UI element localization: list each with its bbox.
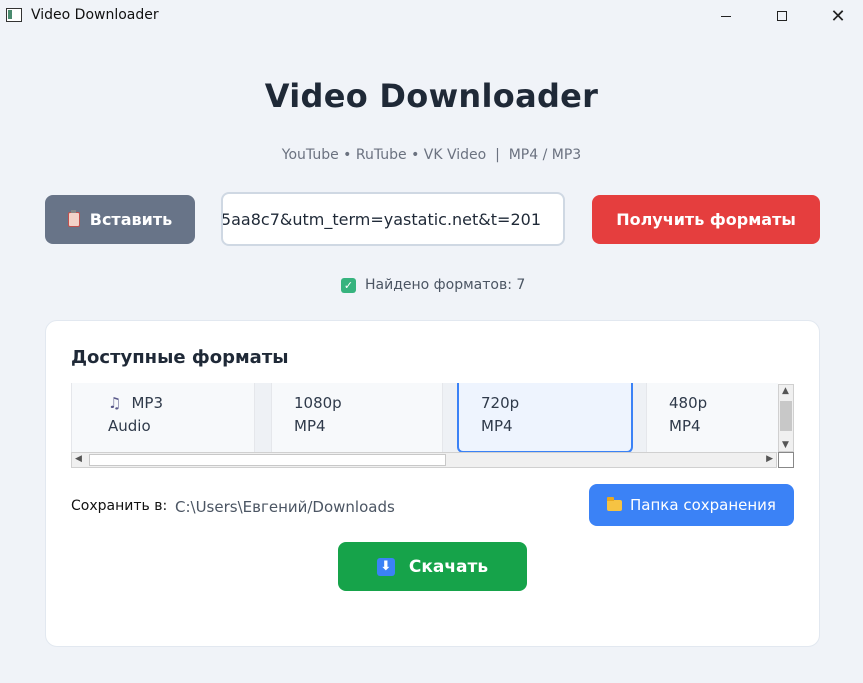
folder-icon [607,496,623,511]
url-input[interactable]: 5aa8c7&utm_term=yastatic.net&t=201 [221,192,565,246]
save-location-path: C:\Users\Евгений/Downloads [175,498,395,516]
close-icon: ✕ [830,5,846,27]
format-type: MP4 [294,417,326,435]
maximize-icon [777,11,787,21]
minimize-icon [721,15,731,17]
window-titlebar: Video Downloader ✕ [0,0,863,32]
clipboard-icon [67,210,80,227]
format-card-mp3[interactable]: ♫ MP3 Audio [71,383,255,453]
vertical-scroll-thumb[interactable] [780,401,792,431]
minimize-button[interactable] [703,0,749,32]
format-card-720p[interactable]: 720p MP4 [457,383,633,453]
window-title: Video Downloader [31,7,159,23]
check-icon: ✓ [341,277,356,293]
horizontal-scroll-thumb[interactable] [89,454,446,466]
url-input-value: 5aa8c7&utm_term=yastatic.net&t=201 [221,210,541,229]
scroll-left-icon[interactable]: ◀ [75,454,82,464]
scrollbar-corner [778,452,794,468]
save-location-label: Сохранить в: [71,498,168,514]
format-type: MP4 [481,417,513,435]
page-title: Video Downloader [264,77,599,115]
scroll-right-icon[interactable]: ▶ [766,454,773,464]
formats-list[interactable]: ♫ MP3 Audio 1080p MP4 720p MP4 480p MP4 [71,383,778,453]
status-message: ✓ Найдено форматов: 7 [341,277,525,293]
format-quality: 720p [481,394,520,412]
scroll-down-icon[interactable]: ▼ [782,440,789,450]
download-arrow-icon: ⬇ [376,557,395,576]
download-button[interactable]: ⬇ Скачать [338,542,527,591]
formats-vertical-scrollbar[interactable]: ▲ ▼ [778,384,794,452]
format-quality-row: ♫ MP3 [108,394,163,412]
format-type: MP4 [669,417,701,435]
app-icon [6,8,22,22]
paste-button-label: Вставить [89,210,173,229]
choose-folder-label: Папка сохранения [630,496,776,514]
format-card-480p[interactable]: 480p MP4 [646,383,778,453]
format-quality: 1080p [294,394,342,412]
formats-horizontal-scrollbar[interactable]: ◀ ▶ [71,452,777,468]
close-button[interactable]: ✕ [815,0,861,32]
format-type: Audio [108,417,151,435]
status-text: Найдено форматов: 7 [365,277,526,293]
format-quality: 480p [669,394,708,412]
get-formats-label: Получить форматы [616,210,796,229]
formats-title: Доступные форматы [71,347,289,368]
paste-button[interactable]: Вставить [45,195,195,244]
choose-folder-button[interactable]: Папка сохранения [589,484,794,526]
get-formats-button[interactable]: Получить форматы [592,195,820,244]
format-card-1080p[interactable]: 1080p MP4 [271,383,443,453]
page-subtitle: YouTube • RuTube • VK Video | MP4 / MP3 [281,147,582,163]
music-icon: ♫ [108,394,122,412]
download-button-label: Скачать [408,556,489,577]
maximize-button[interactable] [759,0,805,32]
scroll-up-icon[interactable]: ▲ [782,386,789,396]
format-quality: MP3 [131,394,163,412]
